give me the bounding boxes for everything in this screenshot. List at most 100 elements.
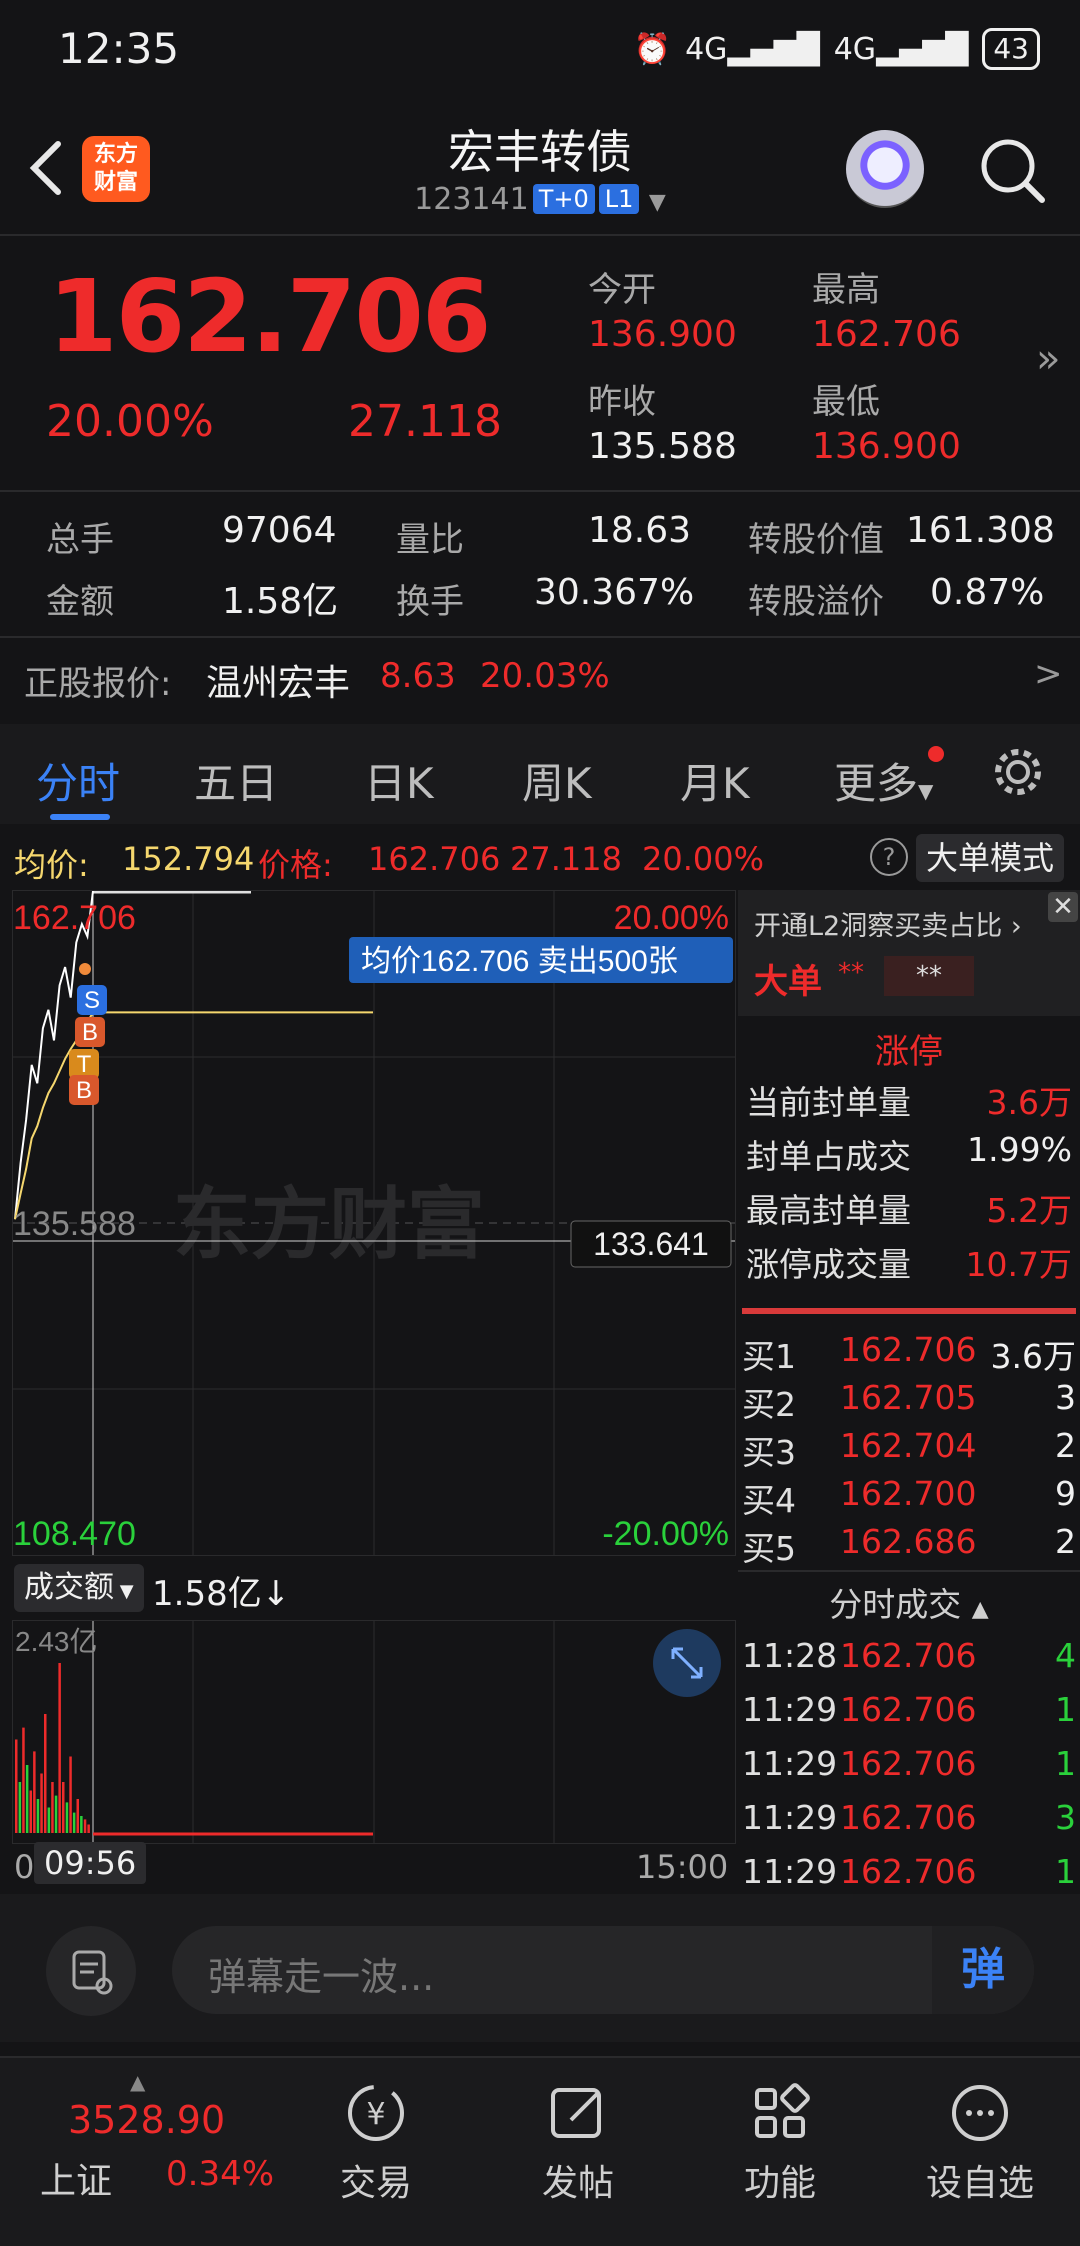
axis-bottom-right: -20.00% (602, 1515, 729, 1553)
limit-stat-value: 1.99% (967, 1130, 1072, 1169)
cursor-time: 09:56 (34, 1842, 147, 1884)
tab-more[interactable]: 更多▼ (834, 750, 933, 811)
turnover-value: 30.367% (534, 572, 695, 613)
bid-row[interactable]: 买1 162.706 3.6万 (738, 1330, 1080, 1378)
l2-promo[interactable]: 开通L2洞察买卖占比 › ✕ 大单 ** ** (738, 890, 1080, 1016)
yen-exchange-icon: ¥ (306, 2078, 446, 2148)
open-label: 今开 (588, 270, 656, 310)
cursor-value-box: 133.641 (570, 1220, 732, 1268)
nav-functions[interactable]: 功能 (710, 2078, 850, 2206)
tick-price: 162.706 (840, 1690, 977, 1729)
volume-bar (69, 1756, 72, 1833)
divider (0, 636, 1080, 638)
divider (0, 490, 1080, 492)
nav-post[interactable]: 发帖 (508, 2078, 648, 2206)
status-bar: 12:35 ⏰ 4G▂▄▆█ 4G▂▄▆█ 43 (0, 0, 1080, 100)
t0-badge: T+0 (532, 184, 595, 214)
close-icon[interactable]: ✕ (1048, 892, 1078, 922)
ticks-title[interactable]: 分时成交 ▲ (738, 1578, 1080, 1626)
volume-chart[interactable]: 2.43亿 (12, 1620, 736, 1844)
underlying-stock-row[interactable]: 正股报价: 温州宏丰 8.63 20.03% > (0, 640, 1080, 720)
limit-stat-value: 5.2万 (986, 1191, 1072, 1230)
danmaku-send-button[interactable]: 弹 (932, 1926, 1034, 2014)
big-order-label: 大单 (754, 962, 822, 1002)
info-change: 27.118 (510, 840, 622, 878)
intraday-chart[interactable]: 东方财富 162.706 20.00% 135.588 108.470 -20.… (12, 890, 736, 1556)
bid-row[interactable]: 买4 162.700 9 (738, 1474, 1080, 1522)
bid-row[interactable]: 买3 162.704 2 (738, 1426, 1080, 1474)
help-icon[interactable]: ? (870, 838, 908, 876)
watermark: 东方财富 (173, 1180, 485, 1268)
volume-bar (51, 1782, 54, 1833)
nav-watchlist[interactable]: 设自选 (910, 2078, 1050, 2206)
tick-qty: 1 (1055, 1744, 1076, 1783)
high-value: 162.706 (812, 314, 961, 355)
volume-bar (72, 1812, 76, 1833)
battery-icon: 43 (982, 28, 1040, 70)
volume-bar (22, 1727, 25, 1833)
comment-settings-icon[interactable] (46, 1926, 136, 2016)
tooltip-text: 均价162.706 卖出500张 (361, 945, 678, 978)
search-icon[interactable] (978, 136, 1048, 206)
limit-stat-label: 当前封单量 (746, 1083, 911, 1122)
tick-qty: 1 (1055, 1690, 1076, 1729)
nav-trade-label: 交易 (339, 2163, 412, 2204)
tooltip-box: 均价162.706 卖出500张 (349, 937, 733, 983)
tick-price: 162.706 (840, 1798, 977, 1837)
nav-trade[interactable]: ¥ 交易 (306, 2078, 446, 2206)
chevron-right-double-icon[interactable]: » (1036, 336, 1060, 382)
l2-link[interactable]: 开通L2洞察买卖占比 › (754, 904, 1022, 943)
volume-bar (87, 1824, 90, 1833)
volume-bar (25, 1765, 29, 1833)
tick-qty: 3 (1055, 1798, 1076, 1837)
bid-qty: 2 (1055, 1426, 1076, 1465)
nav-post-label: 发帖 (541, 2163, 614, 2204)
tab-intraday[interactable]: 分时 (36, 750, 120, 811)
chevron-up-icon[interactable]: ▲ (130, 2070, 145, 2094)
tab-monthly-k[interactable]: 月K (680, 750, 750, 811)
expand-icon[interactable] (653, 1629, 721, 1697)
stock-label: 正股报价: (24, 664, 172, 704)
volume-bar (65, 1802, 69, 1833)
chart-tabs: 分时 五日 日K 周K 月K 更多▼ (0, 724, 1080, 824)
index-value[interactable]: 3528.90 (68, 2098, 225, 2142)
big-order-mode-button[interactable]: 大单模式 (916, 834, 1064, 882)
big-order-value-2: ** (884, 956, 974, 996)
tab-five-day[interactable]: 五日 (194, 750, 278, 811)
chevron-down-icon[interactable]: ▼ (649, 190, 666, 215)
index-pct[interactable]: 0.34% (166, 2154, 274, 2194)
tick-price: 162.706 (840, 1744, 977, 1783)
status-time: 12:35 (58, 24, 180, 73)
open-value: 136.900 (588, 314, 737, 355)
volume-type-select[interactable]: 成交额 ▼ (14, 1564, 144, 1612)
order-book-panel: 开通L2洞察买卖占比 › ✕ 大单 ** ** 涨停 当前封单量 3.6万 封单占成… (738, 890, 1080, 1891)
amount-value: 1.58亿 (222, 581, 339, 622)
settings-gear-icon[interactable] (990, 744, 1046, 800)
trade-markers: S B T B (69, 963, 107, 1105)
bid-row[interactable]: 买5 162.686 2 (738, 1522, 1080, 1570)
volume-bar (80, 1816, 83, 1833)
limit-stat-label: 最高封单量 (746, 1191, 911, 1230)
robot-assistant-icon[interactable] (846, 130, 924, 208)
tick-time: 11:29 (742, 1744, 838, 1783)
marker-b-label: B (82, 1019, 98, 1046)
edit-icon (508, 2078, 648, 2148)
divider (0, 234, 1080, 236)
volume-bar (62, 1782, 65, 1833)
volume-bar (44, 1714, 47, 1833)
volume-bar (58, 1663, 61, 1833)
index-name[interactable]: 上证 (40, 2152, 112, 2204)
volume-amount: 1.58亿↓ (152, 1574, 291, 1614)
danmaku-input[interactable]: 弹幕走一波... 弹 (172, 1926, 1034, 2014)
tab-daily-k[interactable]: 日K (364, 750, 434, 811)
volume-bar (47, 1807, 51, 1833)
bid-row[interactable]: 买2 162.705 3 (738, 1378, 1080, 1426)
volume-scale-top: 2.43亿 (15, 1626, 98, 1657)
nav-watchlist-label: 设自选 (925, 2163, 1034, 2204)
svg-text:¥: ¥ (366, 2097, 385, 2132)
tab-weekly-k[interactable]: 周K (522, 750, 592, 811)
avg-value: 152.794 (122, 840, 255, 878)
status-icons: ⏰ 4G▂▄▆█ 4G▂▄▆█ 43 (634, 28, 1040, 70)
tick-qty: 4 (1055, 1636, 1076, 1675)
bid-level: 买5 (742, 1529, 796, 1568)
